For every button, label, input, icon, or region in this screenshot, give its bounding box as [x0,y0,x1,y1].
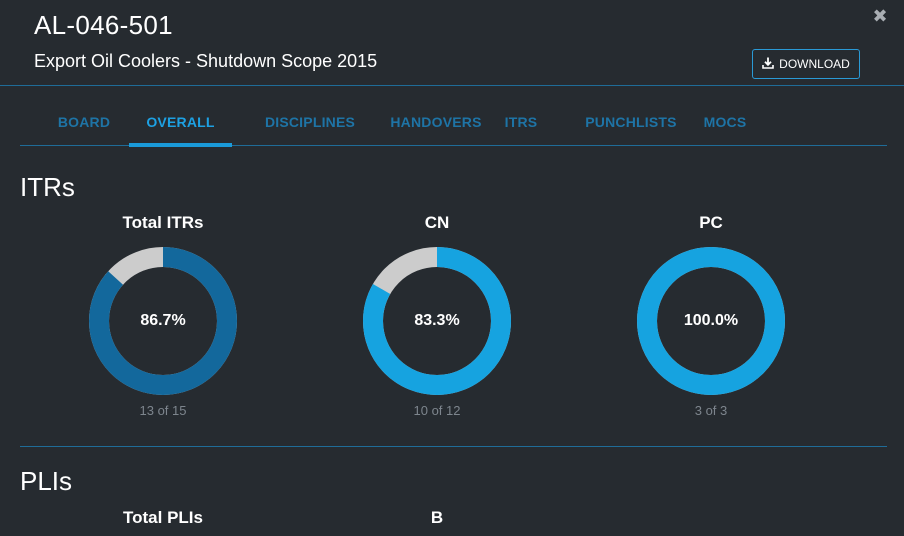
project-detail-modal: AL-046-501 Export Oil Coolers - Shutdown… [0,0,904,536]
download-label: DOWNLOAD [779,57,850,71]
donut-percent: 86.7% [140,312,186,329]
count-label-total-itrs: 13 of 15 [139,403,187,418]
tag-description: Export Oil Coolers - Shutdown Scope 2015 [34,51,378,71]
modal-header: AL-046-501 Export Oil Coolers - Shutdown… [0,0,904,86]
donut-percent: 83.3% [414,312,460,329]
close-icon[interactable]: ✖ [870,6,890,26]
count-label-pc: 3 of 3 [694,403,728,418]
section-divider [20,446,887,447]
donut-chart-pc: 100.0% [636,246,786,396]
chart-label-total-plis: Total PLIs [123,508,203,527]
tab-handovers[interactable]: HANDOVERS [374,100,498,146]
tab-itrs[interactable]: ITRS [498,100,544,146]
chart-label-cn: CN [424,213,450,232]
download-button[interactable]: DOWNLOAD [752,49,860,79]
download-icon [762,57,774,72]
tab-mocs[interactable]: MOCS [696,100,754,146]
donut-chart-cn: 83.3% [362,246,512,396]
chart-label-total-itrs: Total ITRs [122,213,204,232]
donut-percent: 100.0% [683,312,739,329]
tab-board[interactable]: BOARD [50,100,118,146]
donut-chart-total-itrs: 86.7% [88,246,238,396]
plis-section-title: PLIs [20,466,73,496]
itrs-section-title: ITRs [20,172,75,202]
tab-disciplines[interactable]: DISCIPLINES [248,100,372,146]
chart-label-b: B [430,508,444,527]
count-label-cn: 10 of 12 [413,403,461,418]
tag-number: AL-046-501 [34,10,173,40]
tab-punchlists[interactable]: PUNCHLISTS [569,100,693,146]
tab-overall[interactable]: OVERALL [129,100,232,147]
chart-label-pc: PC [699,213,723,232]
tab-bar: BOARD OVERALL DISCIPLINES HANDOVERS ITRS… [20,100,887,147]
